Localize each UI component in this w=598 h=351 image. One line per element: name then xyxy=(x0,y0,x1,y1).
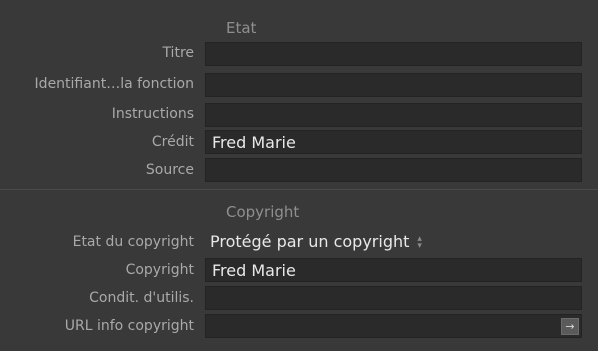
label-copyright: Copyright xyxy=(125,262,194,278)
copyright-status-value: Protégé par un copyright xyxy=(210,232,410,251)
copyright-field[interactable]: Fred Marie xyxy=(205,258,582,282)
url-info-field[interactable]: → xyxy=(205,314,582,338)
instructions-field[interactable] xyxy=(205,103,582,127)
terms-field[interactable] xyxy=(205,286,582,310)
label-copyright-status: Etat du copyright xyxy=(72,234,194,250)
section-title-etat: Etat xyxy=(226,19,257,37)
identifiant-field[interactable] xyxy=(205,73,582,97)
section-divider xyxy=(0,189,598,190)
label-url-info: URL info copyright xyxy=(64,318,194,334)
label-titre: Titre xyxy=(162,45,194,61)
updown-chevron-icon: ▴ ▾ xyxy=(417,233,422,251)
label-identifiant: Identifiant…la fonction xyxy=(34,76,194,92)
go-to-url-button[interactable]: → xyxy=(561,318,579,335)
credit-value: Fred Marie xyxy=(212,133,296,152)
label-terms: Condit. d'utilis. xyxy=(89,290,194,306)
label-source: Source xyxy=(145,162,194,178)
copyright-status-select[interactable]: Protégé par un copyright ▴ ▾ xyxy=(210,229,422,255)
source-field[interactable] xyxy=(205,158,582,182)
metadata-panel: Etat Titre Identifiant…la fonction Instr… xyxy=(0,0,598,351)
copyright-value: Fred Marie xyxy=(212,261,296,280)
section-title-copyright: Copyright xyxy=(226,203,300,221)
label-instructions: Instructions xyxy=(111,106,194,122)
credit-field[interactable]: Fred Marie xyxy=(205,130,582,154)
titre-field[interactable] xyxy=(205,42,582,66)
arrow-right-icon: → xyxy=(565,320,575,333)
label-credit: Crédit xyxy=(151,134,194,150)
